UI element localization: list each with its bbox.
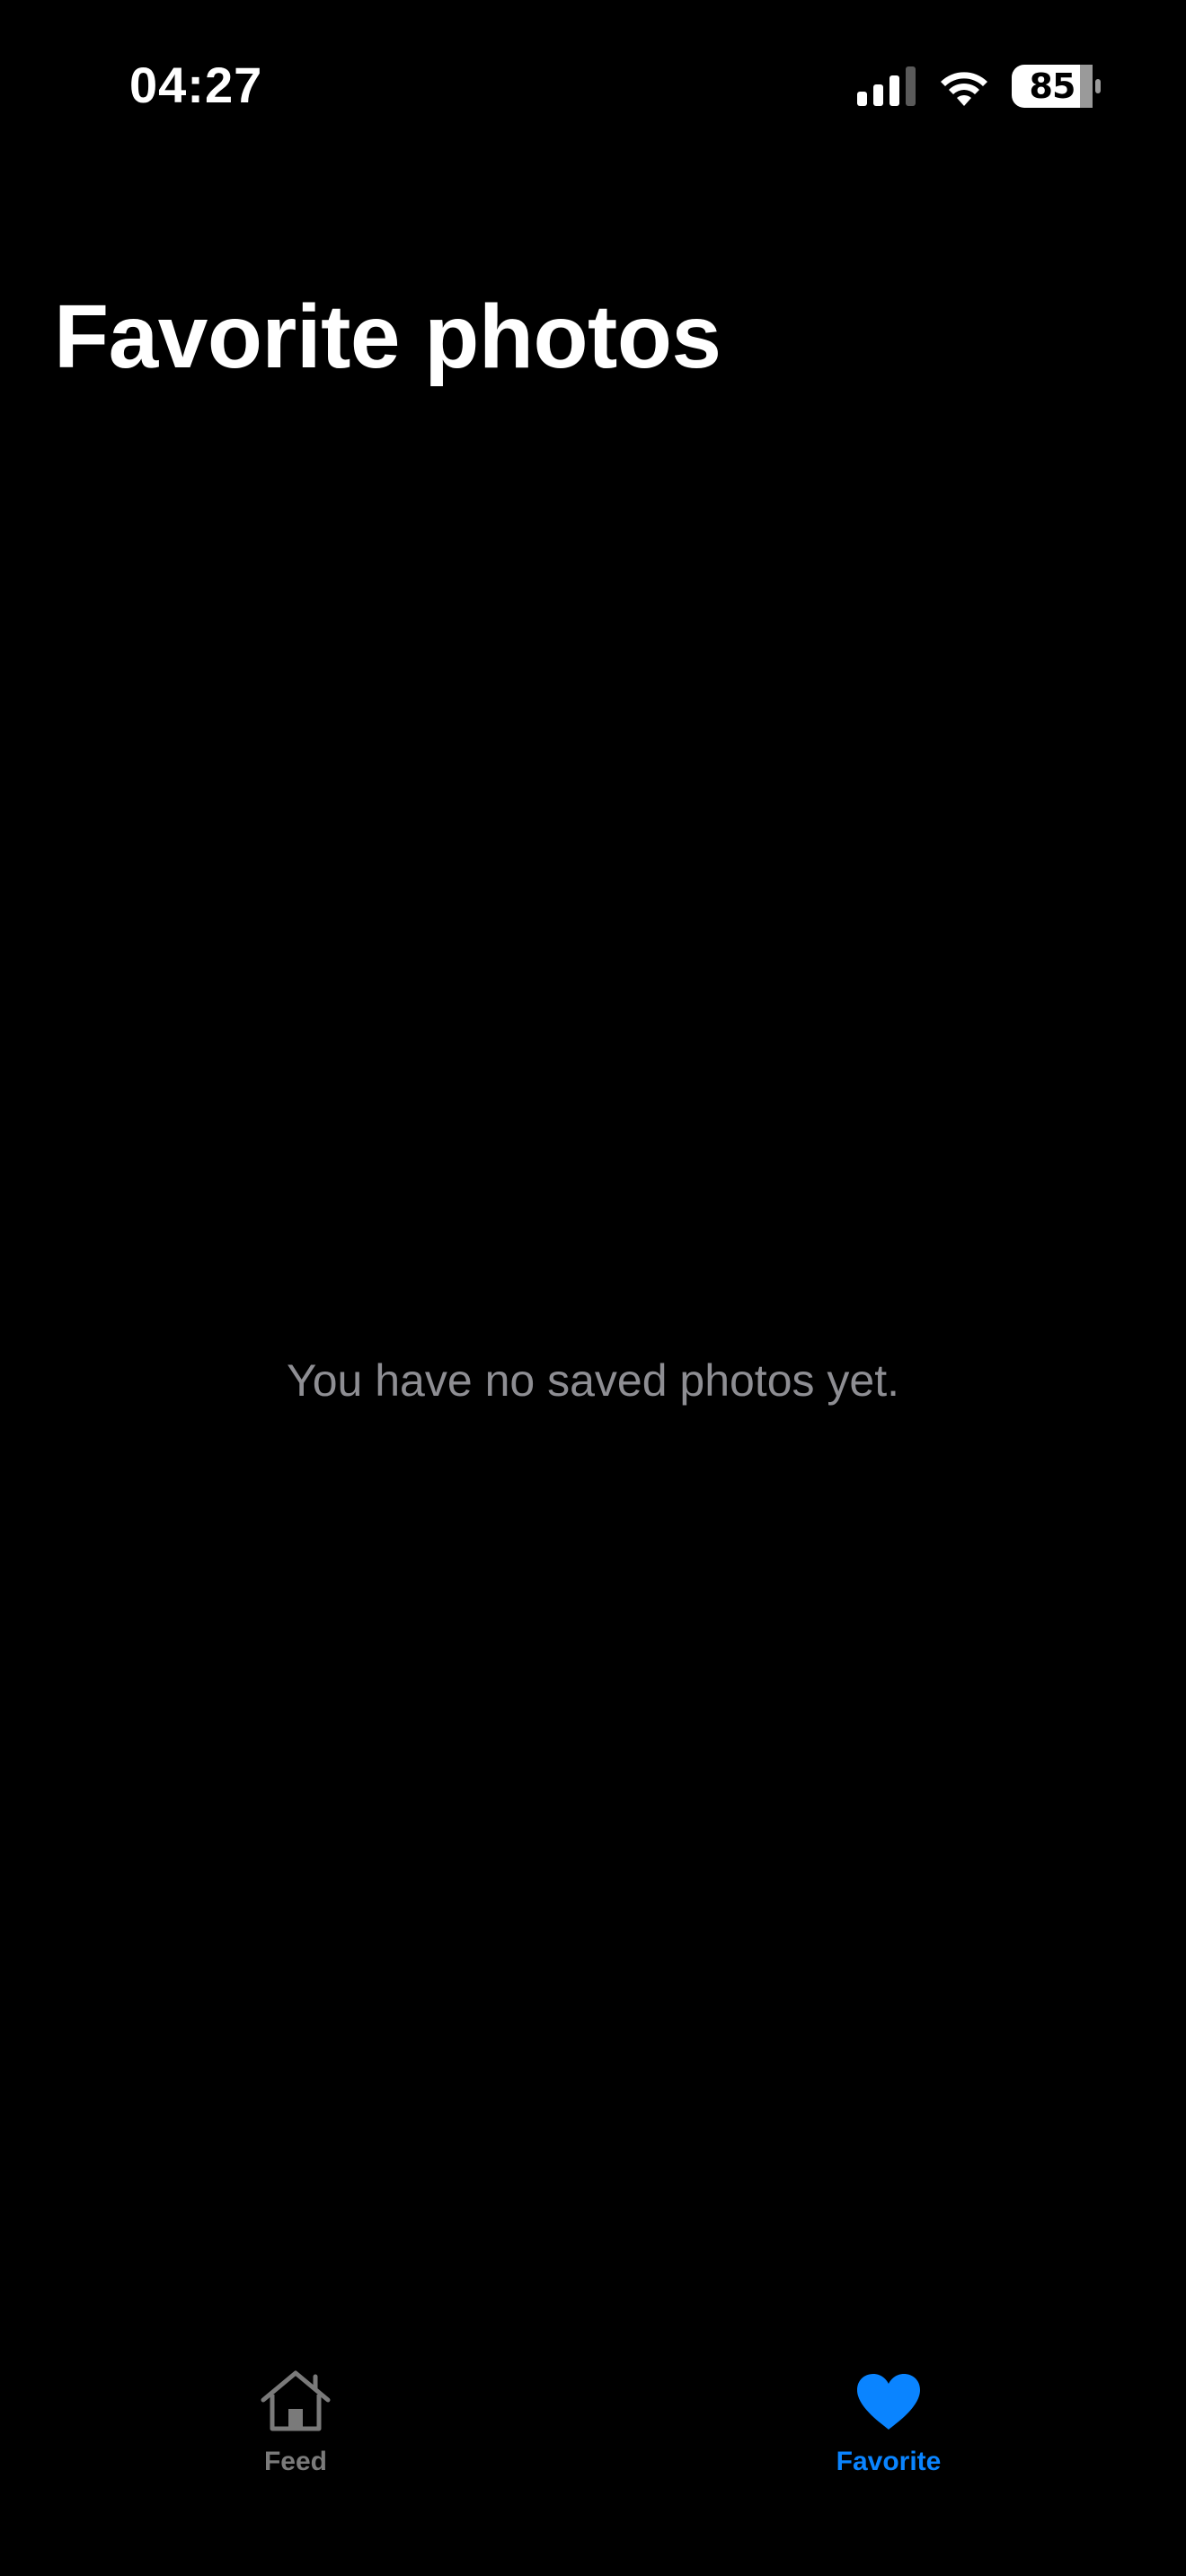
empty-state-message: You have no saved photos yet. [286,1355,899,1406]
status-time: 04:27 [129,57,263,113]
heart-icon [848,2366,929,2438]
tab-feed-label: Feed [263,2447,328,2476]
tab-bar: Feed Favorite [0,2342,1186,2576]
wifi-icon [938,66,990,106]
favorites-screen: 04:27 85 Favorite photos You have no sav… [0,0,1186,2576]
status-bar: 04:27 85 [0,0,1186,171]
cellular-signal-icon [857,66,916,106]
house-icon [255,2366,336,2438]
battery-level-text: 85 [1029,66,1076,106]
tab-favorite[interactable]: Favorite [754,2342,1023,2504]
page-title: Favorite photos [54,287,721,387]
status-indicators: 85 [857,63,1102,110]
battery-icon: 85 [1012,65,1102,108]
tab-favorite-label: Favorite [836,2447,942,2476]
tab-feed[interactable]: Feed [161,2342,430,2504]
